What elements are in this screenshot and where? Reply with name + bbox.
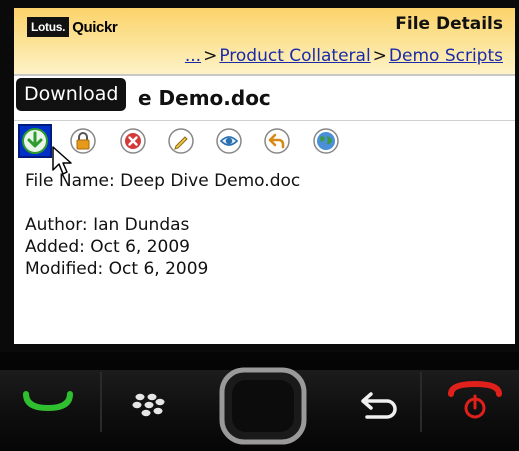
device-screen: Lotus. Quickr File Details ... > Product C…: [14, 8, 515, 344]
download-tooltip: Download: [16, 78, 127, 111]
page-title: File Details: [395, 14, 503, 34]
file-author: Author: Ian Dundas: [25, 215, 190, 235]
view-icon: [216, 128, 242, 154]
back-key[interactable]: [346, 380, 412, 430]
logo-brand: Lotus.: [27, 17, 70, 37]
breadcrumb-ellipsis-link[interactable]: ...: [185, 46, 201, 66]
delete-button[interactable]: [116, 124, 150, 158]
breadcrumb-separator: >: [372, 46, 387, 66]
breadcrumb-separator: >: [203, 46, 218, 66]
key-divider: [100, 372, 102, 432]
lock-icon: [70, 128, 96, 154]
back-arrow-icon: [361, 392, 397, 419]
call-key[interactable]: [0, 370, 96, 432]
download-button[interactable]: [18, 124, 52, 158]
logo-product: Quickr: [72, 18, 118, 36]
title-divider: [14, 120, 515, 121]
delete-icon: [120, 128, 146, 154]
lotus-quickr-logo: Lotus. Quickr: [27, 16, 118, 38]
globe-icon: [313, 128, 339, 154]
mouse-pointer-icon: [52, 146, 72, 175]
view-button[interactable]: [212, 124, 246, 158]
reply-button[interactable]: [260, 124, 294, 158]
download-icon: [22, 128, 48, 154]
globe-button[interactable]: [309, 124, 343, 158]
key-divider: [420, 372, 422, 432]
blackberry-menu-icon: [132, 393, 165, 417]
end-call-key[interactable]: [430, 370, 519, 432]
file-modified-date: Modified: Oct 6, 2009: [25, 259, 209, 279]
trackball-key[interactable]: [218, 366, 308, 446]
file-added-date: Added: Oct 6, 2009: [25, 237, 190, 257]
trackball: [219, 367, 307, 445]
end-call-icon: [447, 380, 502, 419]
edit-button[interactable]: [164, 124, 198, 158]
device-keypad: [0, 352, 519, 451]
breadcrumb-demo-scripts-link[interactable]: Demo Scripts: [389, 46, 503, 66]
file-details: File Name: Deep Dive Demo.doc Author: Ia…: [25, 170, 300, 280]
reply-icon: [264, 128, 290, 154]
call-icon: [23, 391, 73, 412]
menu-key[interactable]: [118, 380, 178, 430]
breadcrumb: ... > Product Collateral > Demo Scripts: [185, 46, 503, 66]
app-header: Lotus. Quickr File Details ... > Product C…: [14, 8, 515, 74]
edit-icon: [168, 128, 194, 154]
document-title-text: e Demo.doc: [138, 86, 271, 110]
breadcrumb-product-collateral-link[interactable]: Product Collateral: [219, 46, 370, 66]
header-divider: [14, 74, 515, 76]
file-actions-toolbar: [18, 124, 515, 164]
